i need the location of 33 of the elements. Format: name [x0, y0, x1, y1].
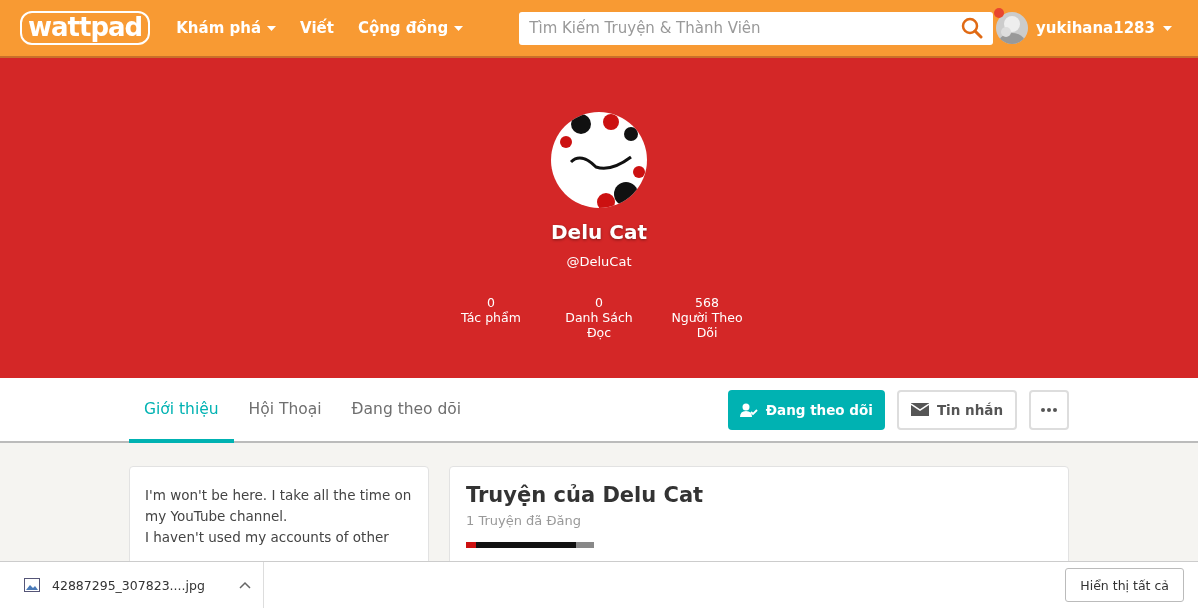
stat-label: Người Theo Dõi — [670, 310, 744, 340]
more-button[interactable] — [1029, 389, 1069, 430]
search-field[interactable]: Tìm Kiếm Truyện & Thành Viên — [519, 11, 994, 45]
stories-title: Truyện của Delu Cat — [466, 483, 705, 507]
user-check-icon — [739, 402, 758, 417]
chevron-up-icon[interactable] — [238, 581, 251, 589]
image-file-icon — [24, 578, 40, 592]
profile-handle: @DeluCat — [566, 254, 632, 269]
search-icon[interactable] — [961, 16, 984, 39]
stat-value: 568 — [695, 295, 719, 310]
show-all-button[interactable]: Hiển thị tất cả — [1065, 568, 1184, 602]
message-button[interactable]: Tin nhắn — [896, 389, 1017, 430]
stat-label: Tác phẩm — [461, 310, 521, 325]
profile-tab[interactable]: Hội Thoại — [233, 378, 337, 443]
username[interactable]: yukihana1283 — [1036, 19, 1155, 37]
ellipsis-icon — [1041, 407, 1057, 412]
stat-label: Danh Sách Đọc — [564, 310, 634, 340]
nav-menu-item[interactable]: Khám phá — [164, 19, 289, 37]
following-button[interactable]: Đang theo dõi — [727, 389, 885, 430]
about-text: I'm won't be here. I take all the time on my YouTube channel. — [145, 486, 413, 526]
envelope-icon — [910, 403, 929, 416]
download-file-name[interactable]: 42887295_307823....jpg — [52, 577, 205, 593]
wattpad-logo[interactable]: wattpad — [20, 11, 151, 45]
nav-menu-item[interactable]: Cộng đồng — [345, 19, 476, 37]
profile-name: Delu Cat — [551, 220, 647, 244]
profile-tab[interactable]: Đang theo dõi — [336, 378, 477, 443]
stat-value: 0 — [595, 295, 603, 310]
about-text: I haven't used my accounts of other — [145, 528, 390, 547]
caret-icon — [1163, 25, 1172, 31]
nav-menu-item[interactable]: Viết — [288, 19, 346, 37]
stat-value: 0 — [487, 295, 495, 310]
profile-tab[interactable]: Giới thiệu — [129, 378, 234, 443]
stories-count: 1 Truyện đã Đăng — [466, 513, 582, 528]
